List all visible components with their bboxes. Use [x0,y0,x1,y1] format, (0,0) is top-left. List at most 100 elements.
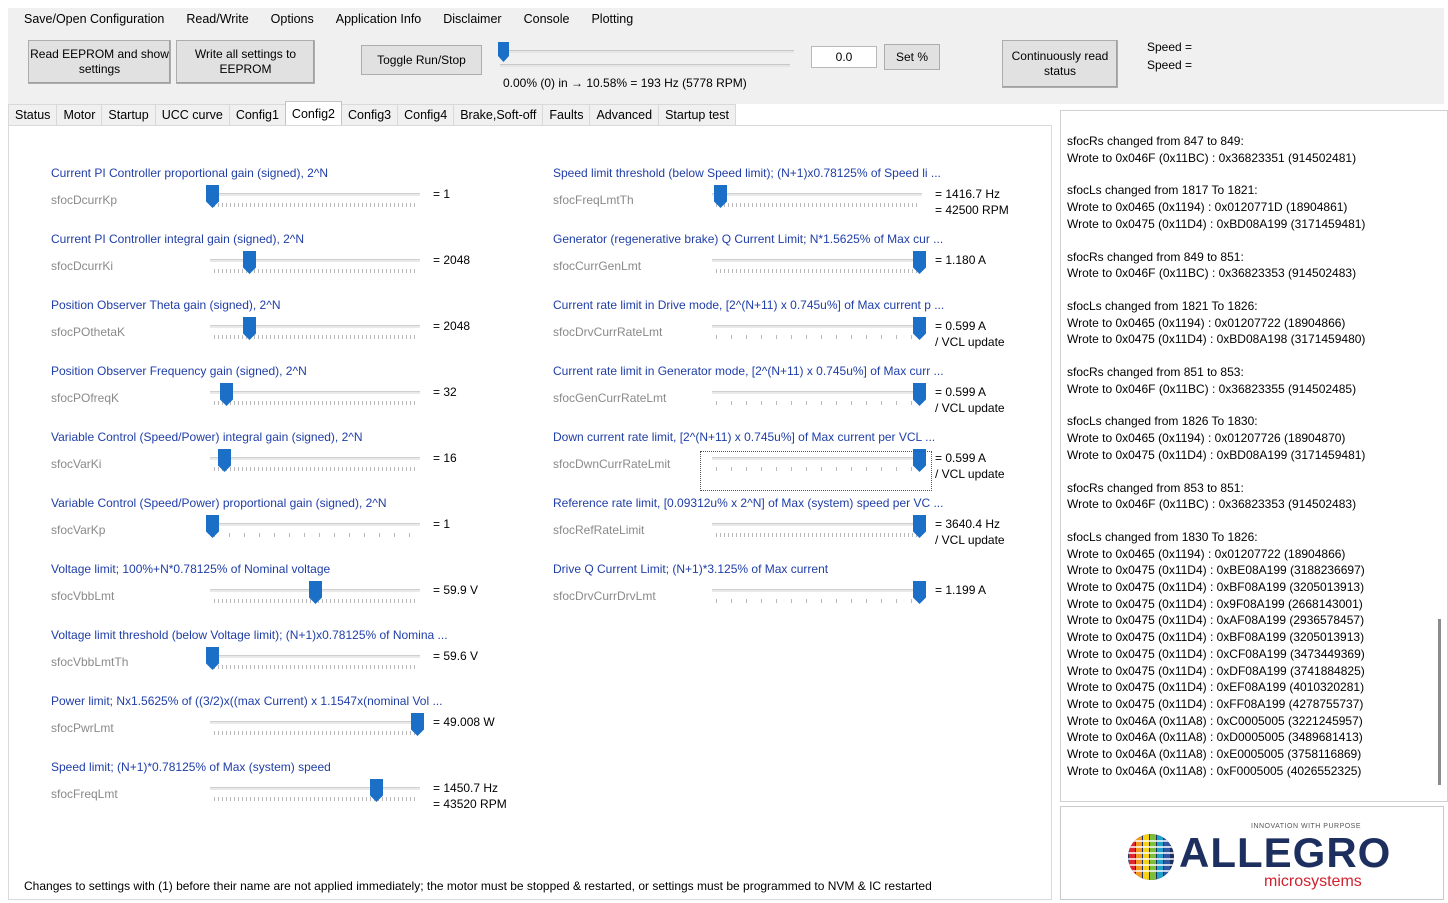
tab-config4[interactable]: Config4 [397,104,455,126]
slider-ticks [214,335,416,339]
menu-console[interactable]: Console [513,8,581,30]
tab-config3[interactable]: Config3 [341,104,399,126]
log-line: Wrote to 0x0475 (0x11D4) : 0xBD08A198 (3… [1067,332,1366,347]
log-entry-header: sfocLs changed from 1826 To 1830: [1067,414,1258,429]
param-value-secondary: = 43520 RPM [433,797,507,811]
param-name: sfocRefRateLimit [553,523,645,537]
param-slider[interactable] [708,515,926,539]
param-slider[interactable] [708,317,926,341]
param-title: Generator (regenerative brake) Q Current… [553,232,944,246]
param-title: Voltage limit threshold (below Voltage l… [51,628,448,642]
log-line: Wrote to 0x0475 (0x11D4) : 0xAF08A199 (2… [1067,613,1365,628]
log-line: Wrote to 0x0475 (0x11D4) : 0xBE08A199 (3… [1067,563,1365,578]
param-name: sfocVbbLmt [51,589,115,603]
set-percent-button[interactable]: Set % [884,44,940,70]
param-value: = 2048 [433,319,471,333]
menu-bar: Save/Open Configuration Read/Write Optio… [8,8,1444,30]
param-title: Current PI Controller integral gain (sig… [51,232,305,246]
toggle-run-stop-button[interactable]: Toggle Run/Stop [361,45,482,75]
param-slider[interactable] [206,317,424,341]
log-entry-header: sfocRs changed from 849 to 851: [1067,249,1244,264]
continuously-read-status-button[interactable]: Continuously read status [1002,40,1118,88]
param-slider[interactable] [206,581,424,605]
param-slider[interactable] [206,779,424,803]
param-slider[interactable] [708,581,926,605]
logo-wordmark: ALLEGRO [1179,829,1392,876]
log-entry: sfocRs changed from 849 to 851: Wrote to … [1061,249,1365,282]
tab-startup-test[interactable]: Startup test [658,104,736,126]
param-title: Position Observer Theta gain (signed), 2… [51,298,281,312]
slider-ticks [214,467,416,471]
read-eeprom-button[interactable]: Read EEPROM and show settings [28,40,171,84]
param-value: = 59.6 V [433,649,479,663]
menu-application-info[interactable]: Application Info [325,8,432,30]
menu-plotting[interactable]: Plotting [580,8,644,30]
param-name: sfocVarKi [51,457,102,471]
param-slider[interactable] [708,383,926,407]
param-slider[interactable] [206,251,424,275]
allegro-globe-icon [1128,834,1174,880]
log-line: Wrote to 0x0475 (0x11D4) : 0xFF08A199 (4… [1067,696,1364,711]
tab-motor[interactable]: Motor [56,104,103,126]
tab-startup[interactable]: Startup [101,104,156,126]
log-line: Wrote to 0x046A (0x11A8) : 0xF0005005 (4… [1067,763,1362,778]
log-line: Wrote to 0x0465 (0x1194) : 0x0120771D (1… [1067,200,1348,215]
param-value-secondary: / VCL update [935,335,1005,349]
log-line: Wrote to 0x046A (0x11A8) : 0xE0005005 (3… [1067,747,1362,762]
slider-track [210,721,420,724]
tab-faults[interactable]: Faults [542,104,591,126]
param-slider[interactable] [206,515,424,539]
menu-save-open[interactable]: Save/Open Configuration [8,8,175,30]
log-entries: sfocRs changed from 847 to 849: Wrote to … [1061,133,1365,796]
log-line: Wrote to 0x046F (0x11BC) : 0x36823353 (9… [1067,497,1357,512]
log-line: Wrote to 0x0475 (0x11D4) : 0xBD08A199 (3… [1067,216,1366,231]
param-name: sfocFreqLmt [51,787,118,801]
log-entry-header: sfocRs changed from 847 to 849: [1067,134,1244,148]
param-slider[interactable] [206,383,424,407]
param-slider[interactable] [708,251,926,275]
param-name: sfocGenCurrRateLmt [553,391,667,405]
log-line: Wrote to 0x046A (0x11A8) : 0xC0005005 (3… [1067,713,1363,728]
param-name: sfocPwrLmt [51,721,114,735]
param-slider[interactable] [206,647,424,671]
slider-ticks [214,731,416,735]
param-title: Speed limit threshold (below Speed limit… [553,166,941,180]
param-value: = 32 [433,385,457,399]
slider-track [712,193,922,196]
log-scrollbar[interactable] [1438,619,1441,785]
percent-input[interactable]: 0.0 [811,46,877,68]
param-slider[interactable] [206,713,424,737]
log-entry-header: sfocLs changed from 1830 To 1826: [1067,529,1258,544]
param-value: = 1.199 A [935,583,987,597]
menu-options[interactable]: Options [260,8,325,30]
write-all-button[interactable]: Write all settings to EEPROM [176,40,315,84]
tab-advanced[interactable]: Advanced [589,104,660,126]
tab-config2[interactable]: Config2 [284,101,343,125]
param-name: sfocPOthetaK [51,325,126,339]
tab-ucc-curve[interactable]: UCC curve [154,104,230,126]
log-entry: sfocLs changed from 1830 To 1826: Wrote t… [1061,529,1365,780]
slider-ticks [716,599,918,603]
param-slider[interactable] [708,185,926,209]
param-slider[interactable] [206,185,424,209]
menu-read-write[interactable]: Read/Write [175,8,259,30]
speed-range-text: 0.00% (0) in → 10.58% = 193 Hz (5778 RPM… [503,76,747,90]
speed-percent-slider[interactable] [496,42,798,70]
param-slider[interactable] [206,449,424,473]
slider-track [210,523,420,526]
param-title: Variable Control (Speed/Power) proportio… [51,496,387,510]
param-value: = 59.9 V [433,583,479,597]
tab-brake-soft-off[interactable]: Brake,Soft-off [453,104,544,126]
param-value-secondary: = 42500 RPM [935,203,1009,217]
param-name: sfocPOfreqK [51,391,120,405]
console-log[interactable]: sfocRs changed from 847 to 849: Wrote to … [1060,110,1448,802]
menu-disclaimer[interactable]: Disclaimer [432,8,512,30]
param-title: Reference rate limit, [0.09312u% x 2^N] … [553,496,944,510]
param-value: = 16 [433,451,457,465]
log-line: Wrote to 0x046F (0x11BC) : 0x36823353 (9… [1067,266,1357,281]
slider-thumb[interactable] [498,42,509,62]
log-entry-header: sfocLs changed from 1817 To 1821: [1067,183,1258,198]
tab-status[interactable]: Status [8,104,58,126]
slider-track [210,655,420,658]
tab-config1[interactable]: Config1 [228,104,286,126]
